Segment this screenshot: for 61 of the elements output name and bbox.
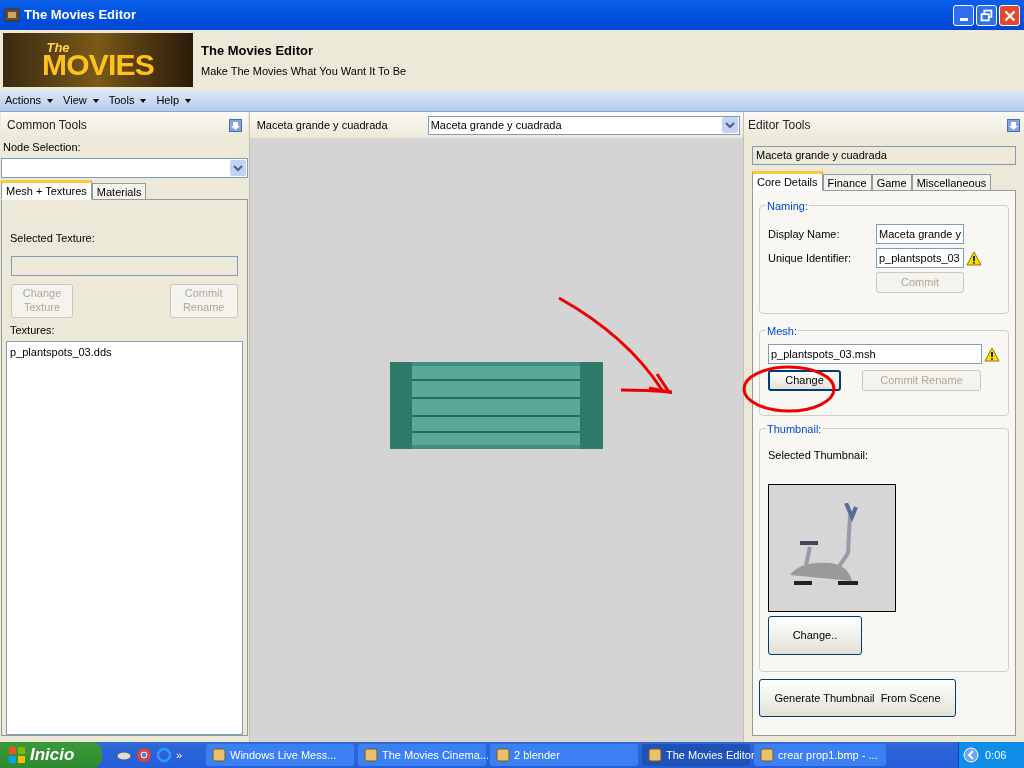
field-label: Selected Texture: <box>9 230 96 246</box>
caret-icon <box>47 98 54 103</box>
mesh-field[interactable]: p_plantspots_03.msh <box>768 344 982 364</box>
display-name-field[interactable]: Maceta grande y <box>876 224 964 244</box>
change-thumbnail-button[interactable]: Change.. <box>768 615 862 655</box>
field-label: Node Selection: <box>2 140 82 155</box>
windows-logo-icon <box>8 746 26 764</box>
change-button[interactable]: Change <box>768 370 841 391</box>
panel-title: Editor Tools <box>748 117 811 134</box>
caret-icon <box>92 98 99 103</box>
pin-icon[interactable] <box>1007 118 1020 132</box>
app-icon <box>364 748 378 762</box>
app-icon <box>496 748 510 762</box>
taskbar-button[interactable]: 2 blender <box>490 744 638 766</box>
list-item[interactable]: p_plantspots_03.dds <box>10 343 239 360</box>
window-title: The Movies Editor <box>24 6 137 25</box>
minimize-icon <box>959 17 968 21</box>
menu-item[interactable]: View <box>62 92 100 109</box>
menu-item[interactable]: Actions <box>4 92 55 109</box>
logo-text: The <box>46 40 70 54</box>
viewport-label: Maceta grande y cuadrada <box>256 117 389 133</box>
field-label: Unique Identifier: <box>768 250 853 266</box>
clock: 0:06 <box>985 747 1007 763</box>
app-icon <box>760 748 774 762</box>
tab[interactable]: Materials <box>91 182 147 200</box>
model-dropdown[interactable]: Maceta grande y cuadrada <box>427 115 740 135</box>
tab[interactable]: Mesh + Textures <box>1 179 92 200</box>
app-icon <box>648 748 662 762</box>
close-button[interactable] <box>999 4 1020 26</box>
menu-item[interactable]: Help <box>155 92 193 109</box>
selected-texture-field[interactable] <box>11 256 238 276</box>
node-selection-dropdown[interactable] <box>1 157 248 178</box>
warning-icon <box>966 250 982 266</box>
tab[interactable]: Game <box>871 174 912 191</box>
app-icon <box>212 748 226 762</box>
warning-icon <box>984 346 1000 362</box>
tab[interactable]: Core Details <box>752 171 823 191</box>
taskbar-button[interactable]: crear prop1.bmp - ... <box>754 744 886 766</box>
unique-identifier-field[interactable]: p_plantspots_03 <box>876 248 964 268</box>
caret-icon <box>140 98 147 103</box>
maximize-button[interactable] <box>976 4 997 26</box>
taskbar-button[interactable]: Windows Live Mess... <box>206 744 354 766</box>
start-button[interactable]: Inicio <box>0 742 102 768</box>
app-subtitle: Make The Movies What You Want It To Be <box>201 64 407 79</box>
overflow-chevron[interactable]: » <box>176 746 183 764</box>
tab[interactable]: Finance <box>822 174 872 191</box>
generate-thumbnail-button[interactable]: Generate Thumbnail From Scene <box>759 679 956 717</box>
chevron-left-icon[interactable] <box>963 747 979 763</box>
field-label: Selected Thumbnail: <box>768 448 870 463</box>
menu-item[interactable]: Tools <box>107 92 148 109</box>
caret-icon <box>185 98 192 103</box>
minimize-button[interactable] <box>953 4 974 26</box>
app-title: The Movies Editor <box>201 41 314 60</box>
tab[interactable]: Miscellaneous <box>911 174 992 191</box>
field-label: Display Name: <box>768 226 841 242</box>
browser-icon[interactable] <box>136 747 152 763</box>
panel-title: Common Tools <box>7 117 87 134</box>
field-label: Textures: <box>9 323 56 338</box>
taskbar-button[interactable]: The Movies Cinema... <box>358 744 486 766</box>
item-name-field[interactable]: Maceta grande y cuadrada <box>752 146 1016 165</box>
pin-icon[interactable] <box>228 118 242 132</box>
